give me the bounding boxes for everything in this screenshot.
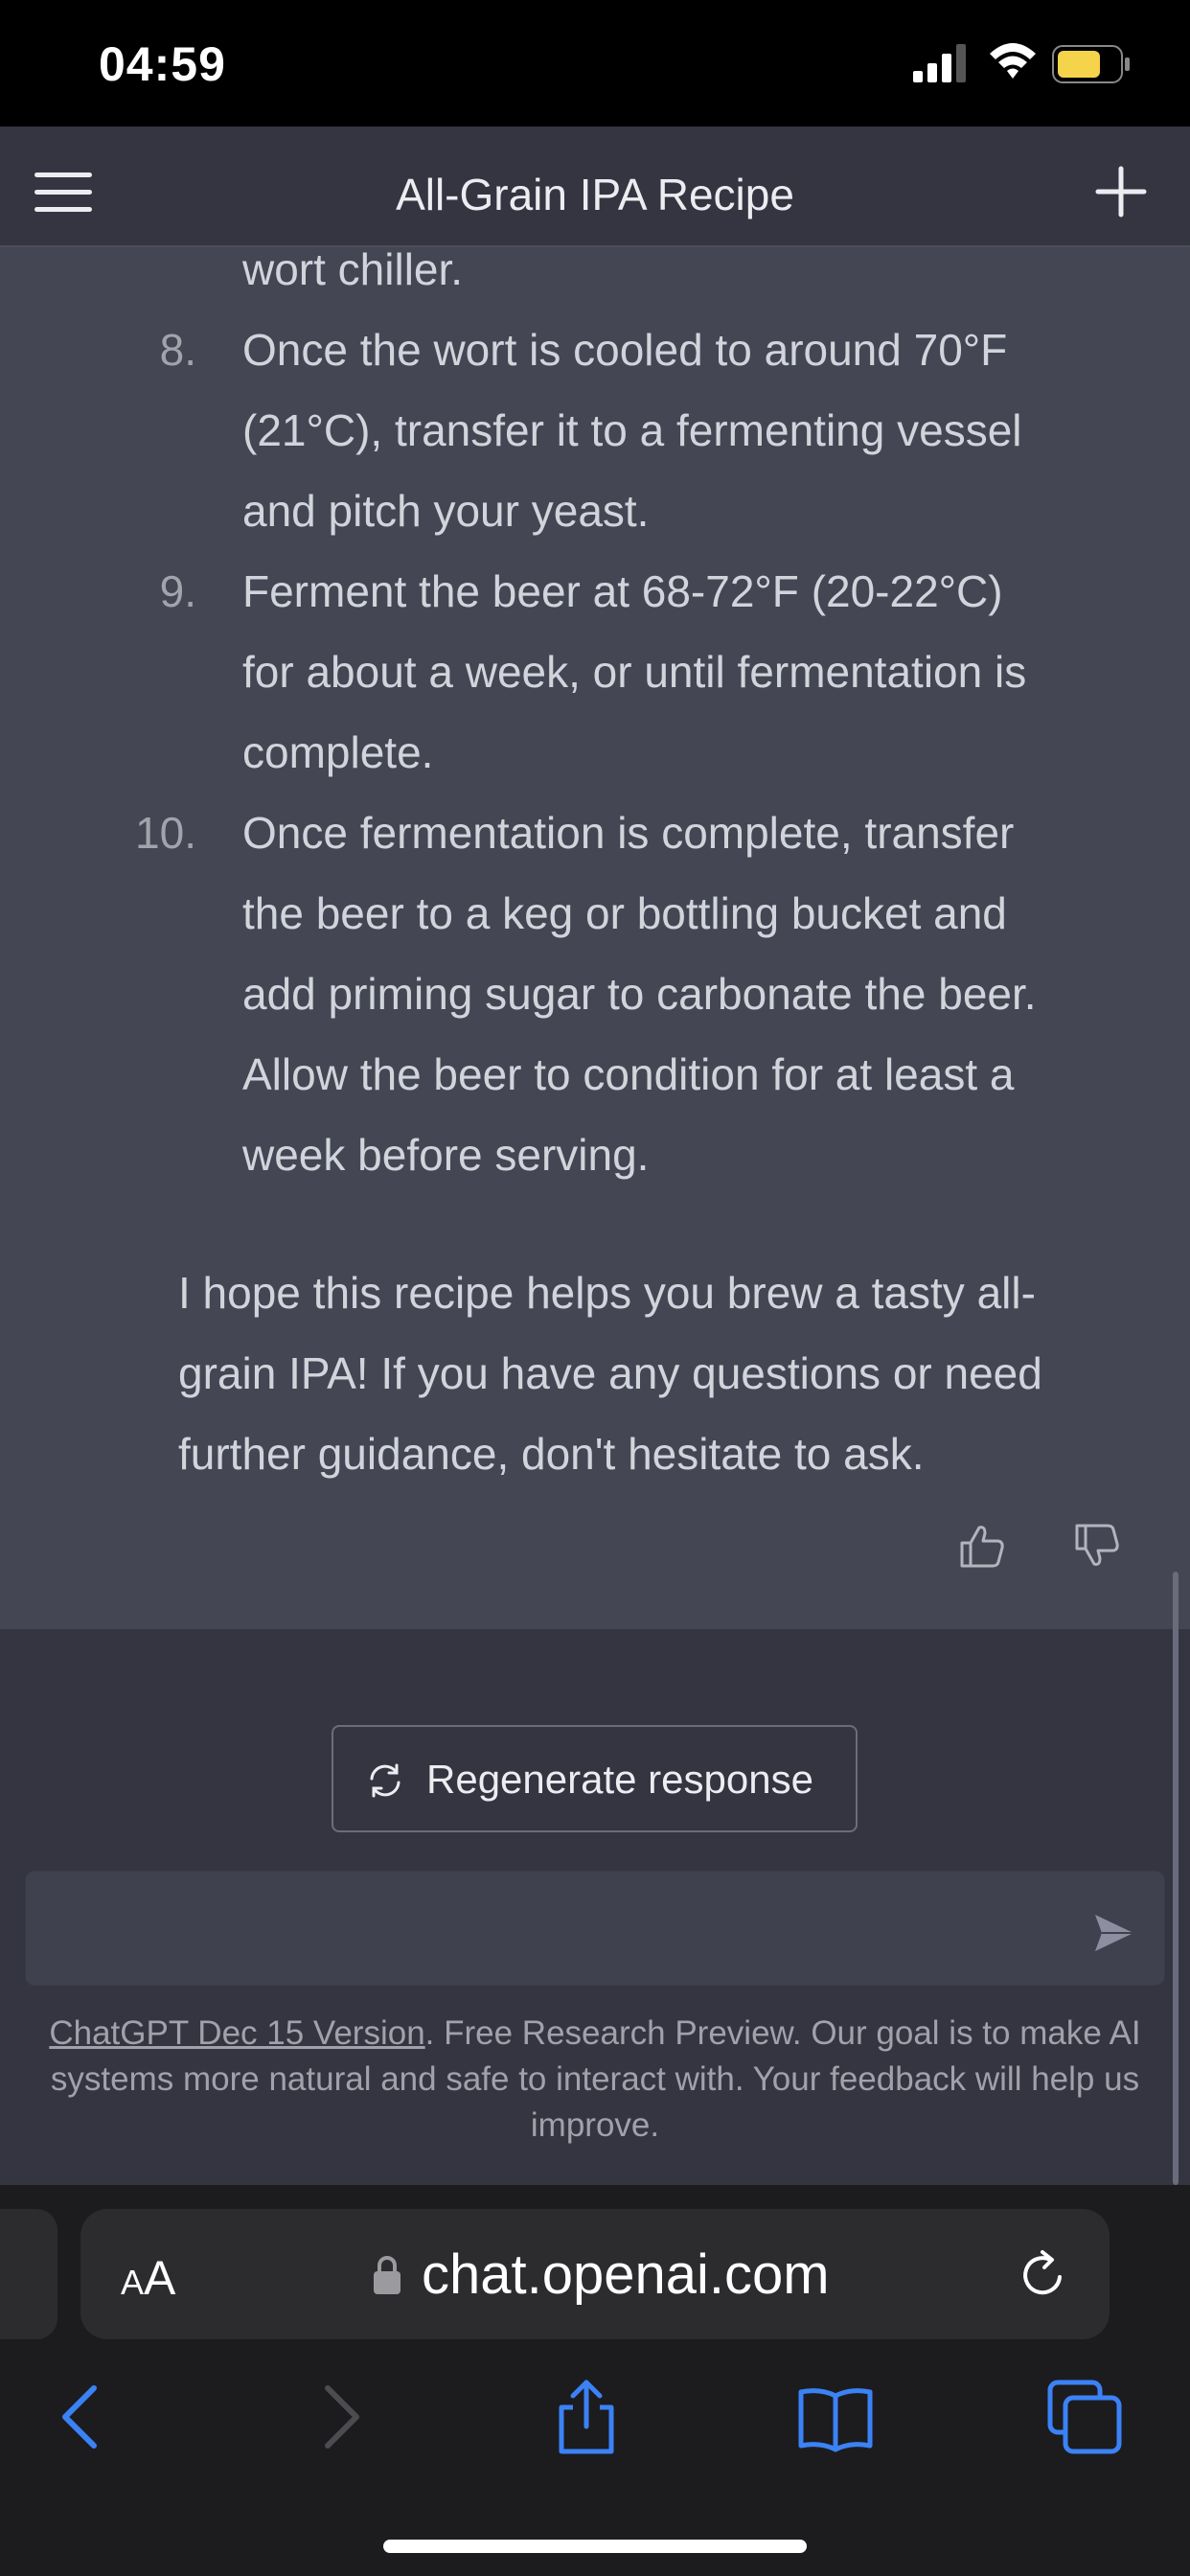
status-time: 04:59 (99, 37, 226, 91)
message-text-line: the beer to a keg or bottling bucket and (242, 888, 1007, 938)
send-icon[interactable] (1092, 1911, 1136, 1955)
message-text-line: (21°C), transfer it to a fermenting vess… (242, 405, 1022, 455)
message-text-line: Ferment the beer at 68-72°F (20-22°C) (242, 566, 1003, 616)
reload-icon[interactable] (1016, 2248, 1069, 2302)
tabs-icon[interactable] (1046, 2379, 1123, 2455)
bookmarks-icon[interactable] (797, 2379, 874, 2455)
message-text-line: add priming sugar to carbonate the beer. (242, 969, 1037, 1019)
text-size-big-label: A (144, 2251, 176, 2305)
back-icon[interactable] (44, 2379, 121, 2455)
list-number: 8. (159, 325, 196, 375)
closing-text-line: grain IPA! If you have any questions or … (178, 1348, 1042, 1398)
text-size-small-label: A (121, 2263, 145, 2302)
battery-icon (1052, 45, 1130, 83)
thumbs-down-icon[interactable] (1073, 1522, 1121, 1570)
page-title: All-Grain IPA Recipe (396, 170, 794, 219)
message-text-line: wort chiller. (242, 244, 464, 294)
disclaimer-text: ChatGPT Dec 15 Version. Free Research Pr… (29, 2011, 1161, 2149)
scrollbar[interactable] (1173, 1572, 1179, 2185)
cellular-signal-icon (913, 44, 966, 82)
closing-text-line: further guidance, don't hesitate to ask. (178, 1429, 925, 1479)
lock-icon (374, 2256, 400, 2294)
version-link[interactable]: ChatGPT Dec 15 Version (49, 2014, 424, 2052)
closing-text-line: I hope this recipe helps you brew a tast… (178, 1268, 1036, 1318)
message-text-line: Allow the beer to condition for at least… (242, 1049, 1015, 1099)
thumbs-up-icon[interactable] (958, 1522, 1006, 1570)
share-icon[interactable] (548, 2379, 625, 2455)
wifi-icon (990, 43, 1036, 79)
message-text-line: for about a week, or until fermentation … (242, 647, 1027, 697)
previous-tab-preview[interactable] (0, 2209, 57, 2339)
message-text-line: and pitch your yeast. (242, 486, 650, 536)
hamburger-menu-icon[interactable] (34, 171, 94, 215)
regenerate-label: Regenerate response (426, 1757, 813, 1802)
message-text-line: week before serving. (242, 1130, 650, 1180)
list-number: 9. (159, 566, 196, 616)
message-text-line: Once fermentation is complete, transfer (242, 808, 1015, 858)
message-text-line: complete. (242, 727, 434, 777)
home-indicator (383, 2540, 807, 2553)
message-text-line: Once the wort is cooled to around 70°F (242, 325, 1008, 375)
plus-icon[interactable] (1092, 163, 1150, 220)
text-size-button[interactable]: AA (121, 2250, 175, 2306)
forward-icon[interactable] (301, 2379, 378, 2455)
message-input-box[interactable] (25, 1871, 1165, 1986)
list-number: 10. (135, 808, 196, 858)
message-input[interactable] (51, 1900, 1070, 1960)
refresh-icon (370, 1763, 400, 1798)
url-text[interactable]: chat.openai.com (422, 2242, 830, 2307)
